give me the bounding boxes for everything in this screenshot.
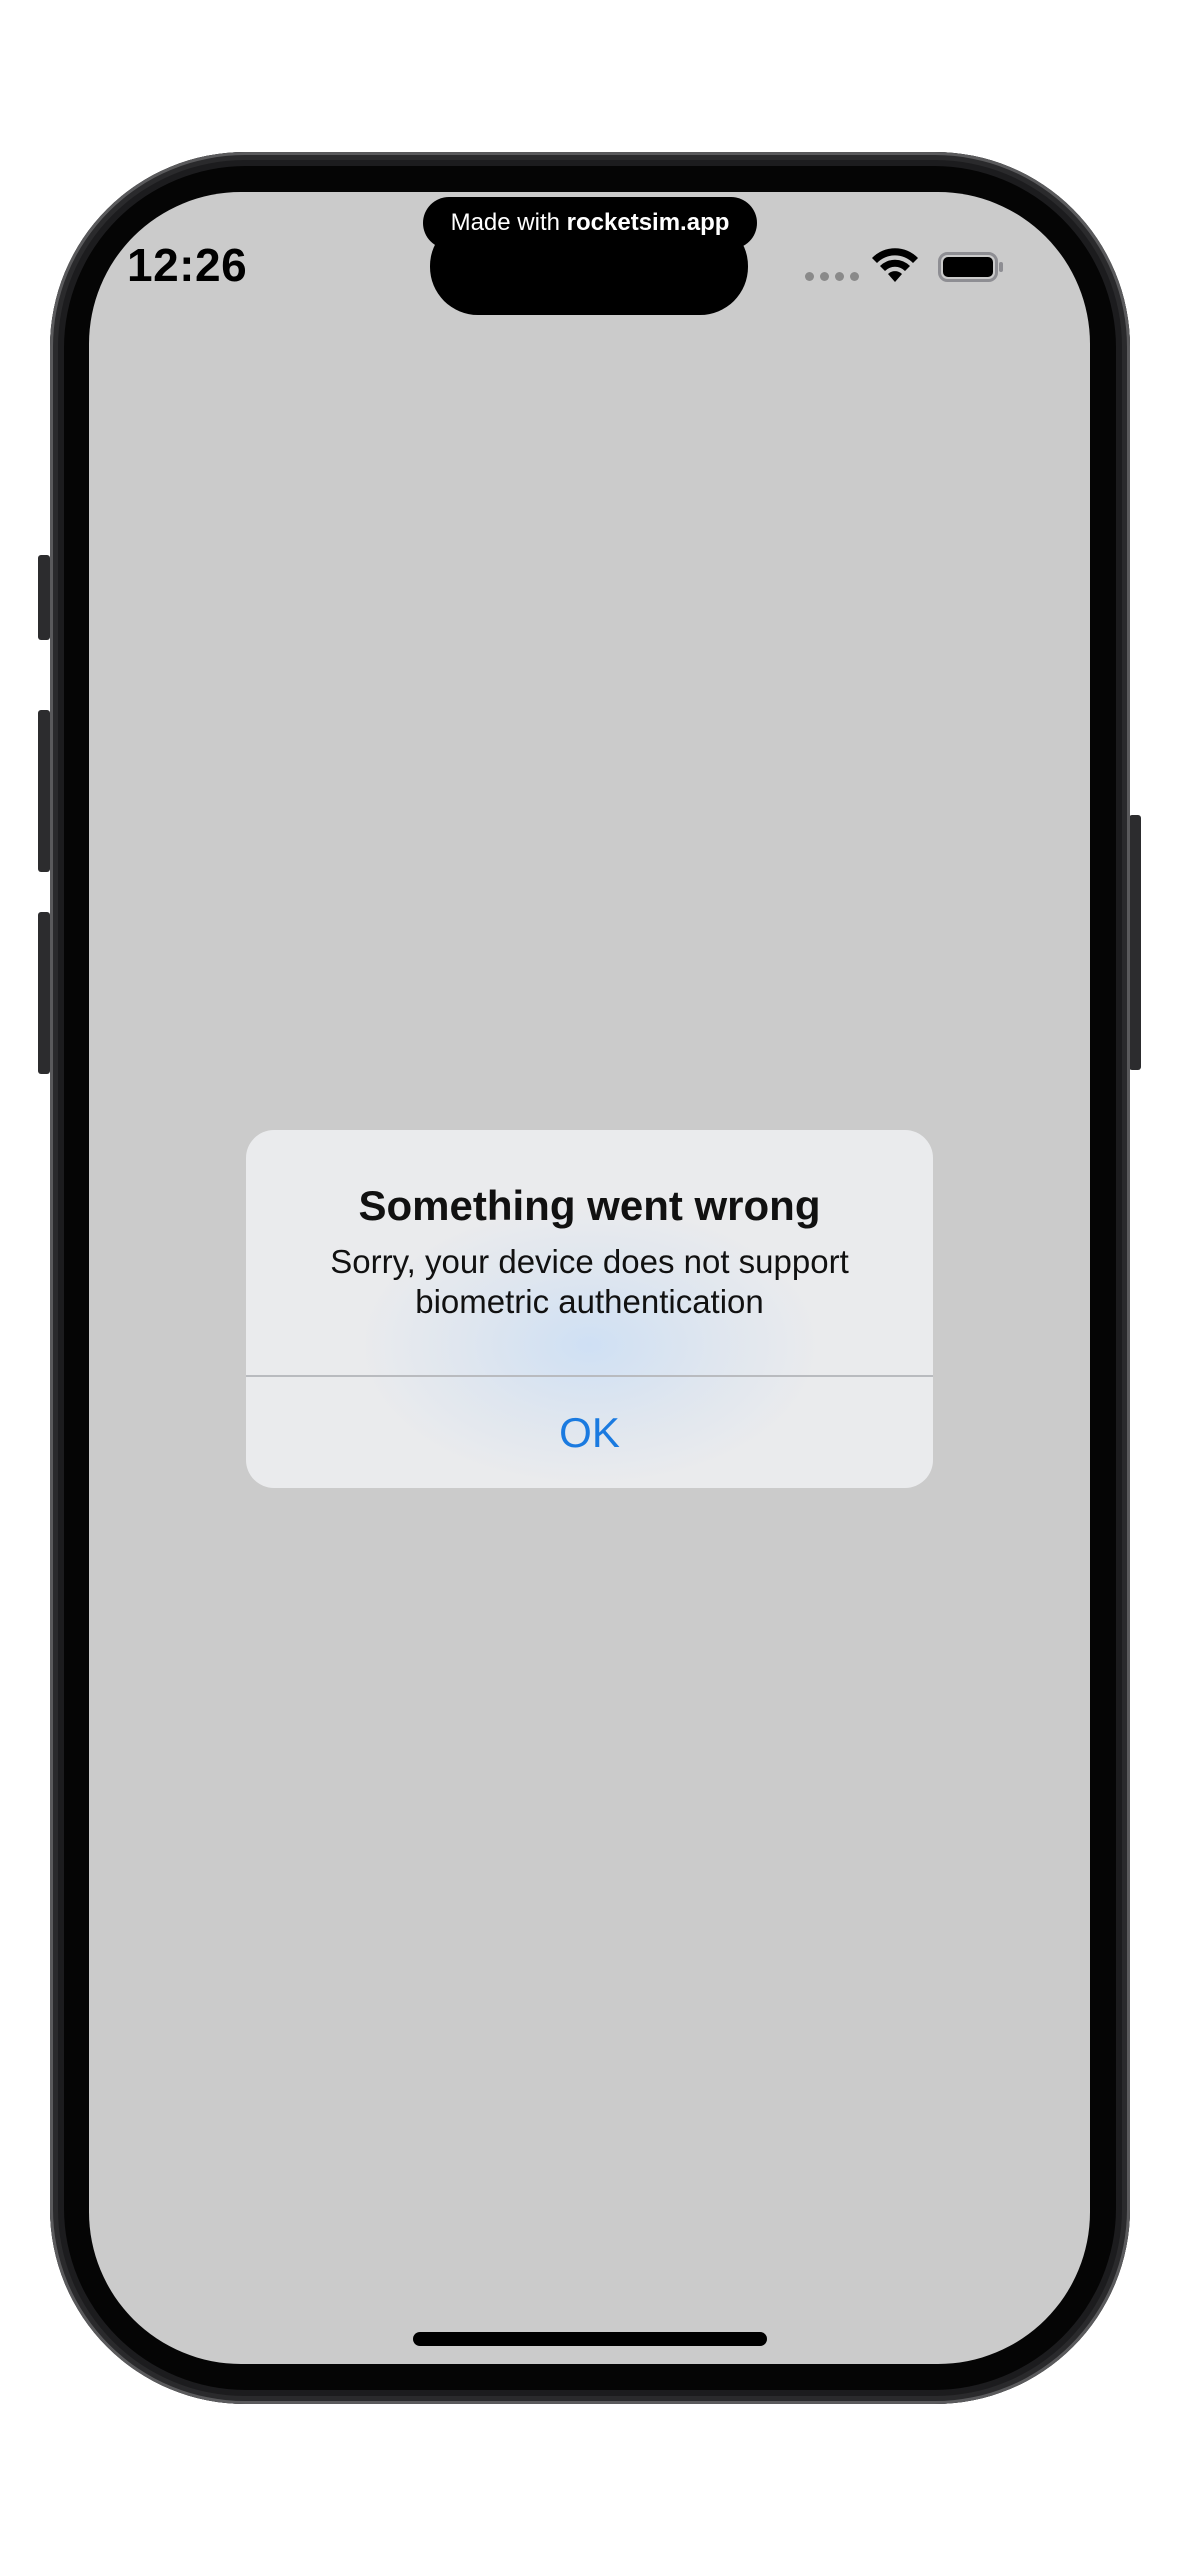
- banner-prefix: Made with: [450, 209, 567, 236]
- cellular-dots-icon: [805, 272, 859, 281]
- silent-switch: [38, 555, 50, 640]
- volume-down-button: [38, 912, 50, 1074]
- home-indicator[interactable]: [413, 2332, 767, 2346]
- alert-title: Something went wrong: [358, 1182, 821, 1229]
- banner-brand: rocketsim.app: [566, 209, 730, 236]
- power-button: [1129, 815, 1141, 1070]
- battery-icon: [938, 252, 1003, 282]
- wifi-icon: [872, 248, 918, 282]
- ok-button[interactable]: OK: [246, 1377, 933, 1488]
- volume-up-button: [38, 710, 50, 872]
- alert-message: Sorry, your device does not support biom…: [330, 1243, 849, 1320]
- rocketsim-banner: Made with rocketsim.app: [423, 197, 757, 249]
- alert-dialog: Something went wrong Sorry, your device …: [246, 1130, 933, 1488]
- status-time: 12:26: [127, 239, 248, 291]
